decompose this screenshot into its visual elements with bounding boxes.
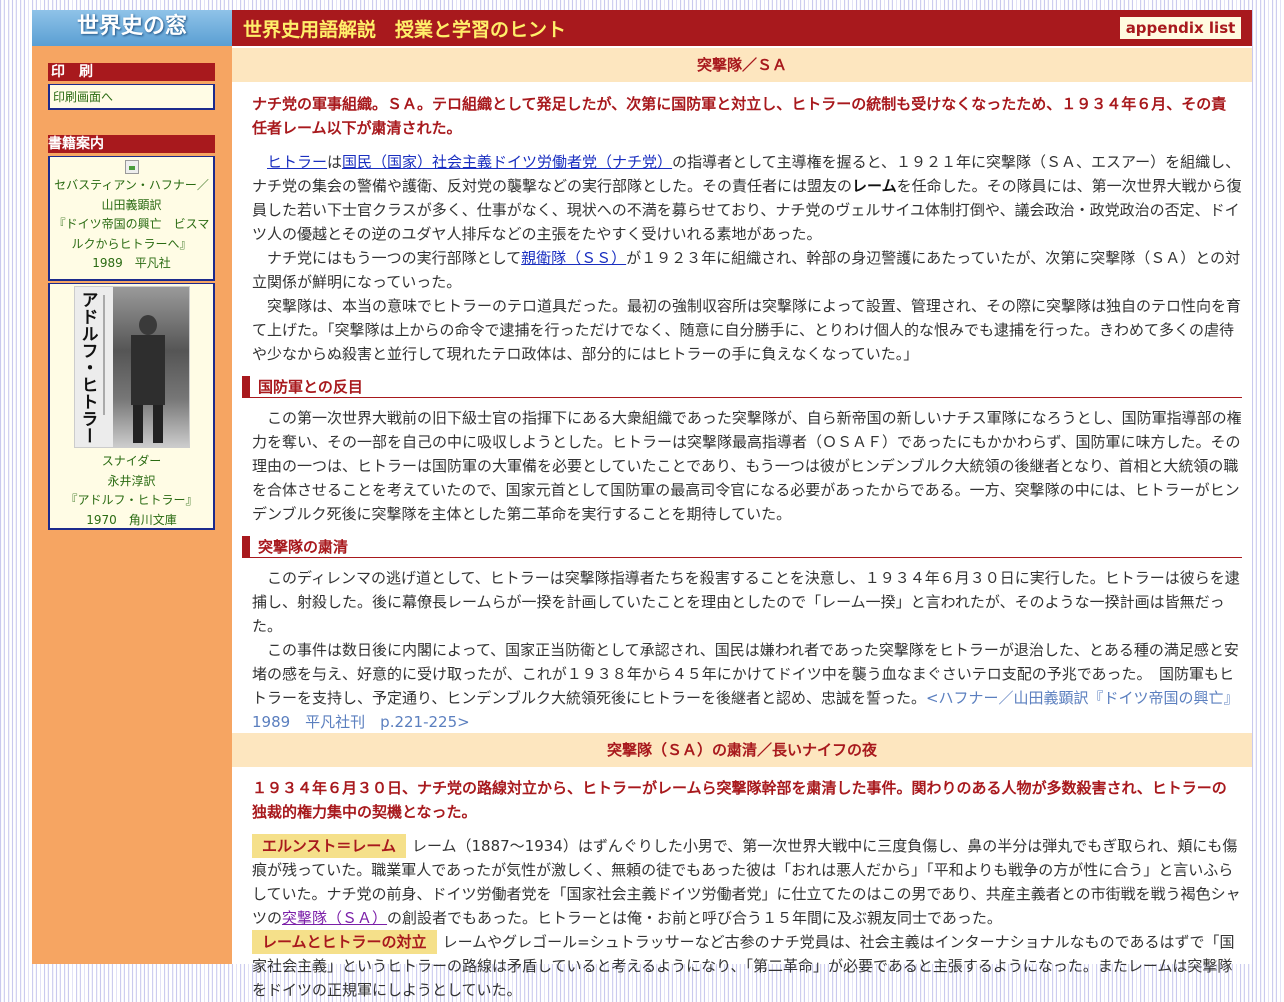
book2-line[interactable]: 1970 角川文庫 [50,511,213,531]
ss-link[interactable]: 親衛隊（ＳＳ） [521,249,626,267]
paragraph: このディレンマの逃げ道として、ヒトラーは突撃隊指導者たちを殺害することを決意し、… [252,569,1240,731]
book1-line[interactable]: ルクからヒトラーへ』 [50,235,213,255]
section-title: 突撃隊／ＳＡ [232,48,1252,82]
book2-line[interactable]: スナイダー [50,452,213,472]
topic-tag: レームとヒトラーの対立 [252,930,437,954]
page-header: 世界史用語解説 授業と学習のヒント appendix list [232,10,1252,46]
book2-line[interactable]: 『アドルフ・ヒトラー』 [50,491,213,511]
broken-image-icon[interactable] [124,160,139,174]
lead-summary: ナチ党の軍事組織。ＳＡ。テロ組織として発足したが、次第に国防軍と対立し、ヒトラー… [252,95,1227,137]
site-logo[interactable]: 世界史の窓 [32,10,232,46]
topic-tag: エルンスト＝レーム [252,834,406,858]
print-heading: 印 刷 [48,63,215,81]
print-box: 印刷画面へ [48,84,215,110]
subheading: 国防軍との反目 [242,376,1242,398]
book-card-2: アドルフ・ヒトラー スナイダー 永井淳訳 『アドルフ・ヒトラー』 1970 角川… [48,283,215,530]
rohm-bold: レーム [852,177,897,195]
book1-line[interactable]: 『ドイツ帝国の興亡 ビスマ [50,215,213,235]
books-heading: 書籍案内 [48,135,215,153]
main-content: 突撃隊／ＳＡ ナチ党の軍事組織。ＳＡ。テロ組織として発足したが、次第に国防軍と対… [232,46,1252,999]
book1-line[interactable]: 1989 平凡社 [50,254,213,274]
paragraph: エルンスト＝レーム レーム（1887～1934）はずんぐりした小男で、第一次世界大… [252,834,1242,1002]
hitler-link[interactable]: ヒトラー [267,153,327,171]
paragraph: この第一次世界大戦前の旧下級士官の指揮下にある大衆組織であった突撃隊が、自ら新帝… [252,409,1242,523]
page-title: 世界史用語解説 授業と学習のヒント [243,19,567,41]
book2-line[interactable]: 永井淳訳 [50,472,213,492]
subheading: 突撃隊の粛清 [242,536,1242,558]
hitler-photo [112,287,189,447]
nazi-party-link[interactable]: 国民（国家）社会主義ドイツ労働者党（ナチ党） [342,153,672,171]
book-cover-title: アドルフ・ヒトラー [77,291,98,444]
print-link[interactable]: 印刷画面へ [53,88,113,105]
site-title: 世界史の窓 [76,14,187,39]
book1-line[interactable]: 山田義顕訳 [50,196,213,216]
book1-line[interactable]: セバスティアン・ハフナー／ [50,176,213,196]
book-cover-image[interactable]: アドルフ・ヒトラー [73,286,190,448]
lead-summary: １９３４年６月３０日、ナチ党の路線対立から、ヒトラーがレームら突撃隊幹部を粛清し… [252,779,1227,821]
appendix-list-button[interactable]: appendix list [1120,17,1241,39]
section-title: 突撃隊（ＳＡ）の粛清／長いナイフの夜 [232,733,1252,767]
paragraph: ヒトラーは国民（国家）社会主義ドイツ労働者党（ナチ党）の指導者として主導権を握る… [252,153,1242,363]
sidebar: 印 刷 印刷画面へ 書籍案内 セバスティアン・ハフナー／ 山田義顕訳 『ドイツ帝… [32,46,232,964]
book-card-1: セバスティアン・ハフナー／ 山田義顕訳 『ドイツ帝国の興亡 ビスマ ルクからヒト… [48,156,215,281]
sa-link[interactable]: 突撃隊（ＳＡ） [282,909,387,927]
